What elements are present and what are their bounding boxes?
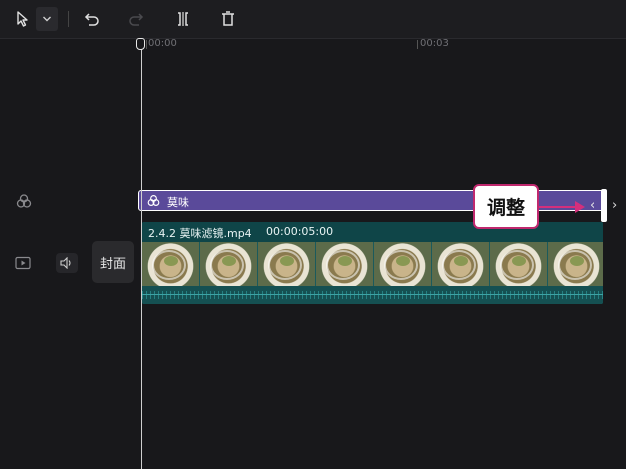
cover-button[interactable]: 封面 [92,241,134,283]
annotation-callout: 调整 [473,184,539,229]
filter-track-header [14,191,34,211]
trash-icon [222,11,234,26]
video-thumbnail [490,242,547,286]
video-track-icon [15,256,31,270]
video-track-header [13,254,33,272]
ruler-tick [417,40,418,49]
redo-icon [129,13,144,26]
ruler-tick [146,40,147,49]
video-thumbnails [142,242,603,286]
filter-icon [147,195,160,206]
audio-waveform [142,286,603,304]
video-thumbnail [374,242,431,286]
clip-trim-handle[interactable] [601,189,607,222]
video-duration: 00:00:05:00 [266,225,334,238]
filter-clip-label: 莫味 [167,196,189,209]
delete-button[interactable] [216,7,240,31]
annotation-arrow [539,206,577,208]
trim-handle-arrow-right-icon: › [612,198,618,213]
split-button[interactable] [171,7,195,31]
ruler-label-mark: 00:03 [420,38,449,49]
ruler-label-start: 00:00 [148,38,177,49]
playhead-handle[interactable] [136,38,145,50]
undo-icon [84,13,99,26]
time-ruler[interactable]: 00:00 00:03 [0,38,626,52]
undo-button[interactable] [80,7,104,31]
speaker-icon [60,257,71,269]
video-clip[interactable]: 2.4.2 莫味滤镜.mp4 00:00:05:00 [142,222,603,304]
chevron-down-icon [43,16,51,22]
select-tool-button[interactable] [12,7,34,31]
cursor-icon [17,11,28,27]
video-thumbnail [316,242,373,286]
mute-track-button[interactable] [56,253,78,273]
trim-handle-arrow-left-icon: ‹ [590,198,596,213]
video-thumbnail [258,242,315,286]
video-thumbnail [142,242,199,286]
video-file-name: 2.4.2 莫味滤镜.mp4 [148,227,252,240]
waveform-bars [142,291,603,299]
toolbar-divider [68,11,69,27]
waveform-baseline [142,294,603,295]
timeline-toolbar [0,0,626,39]
annotation-arrowhead [575,201,585,213]
video-thumbnail [548,242,603,286]
video-thumbnail [432,242,489,286]
playhead-line[interactable] [141,48,142,469]
filter-icon [16,194,32,208]
redo-button[interactable] [124,7,148,31]
split-icon [178,12,188,26]
video-thumbnail [200,242,257,286]
select-tool-dropdown[interactable] [36,7,58,31]
